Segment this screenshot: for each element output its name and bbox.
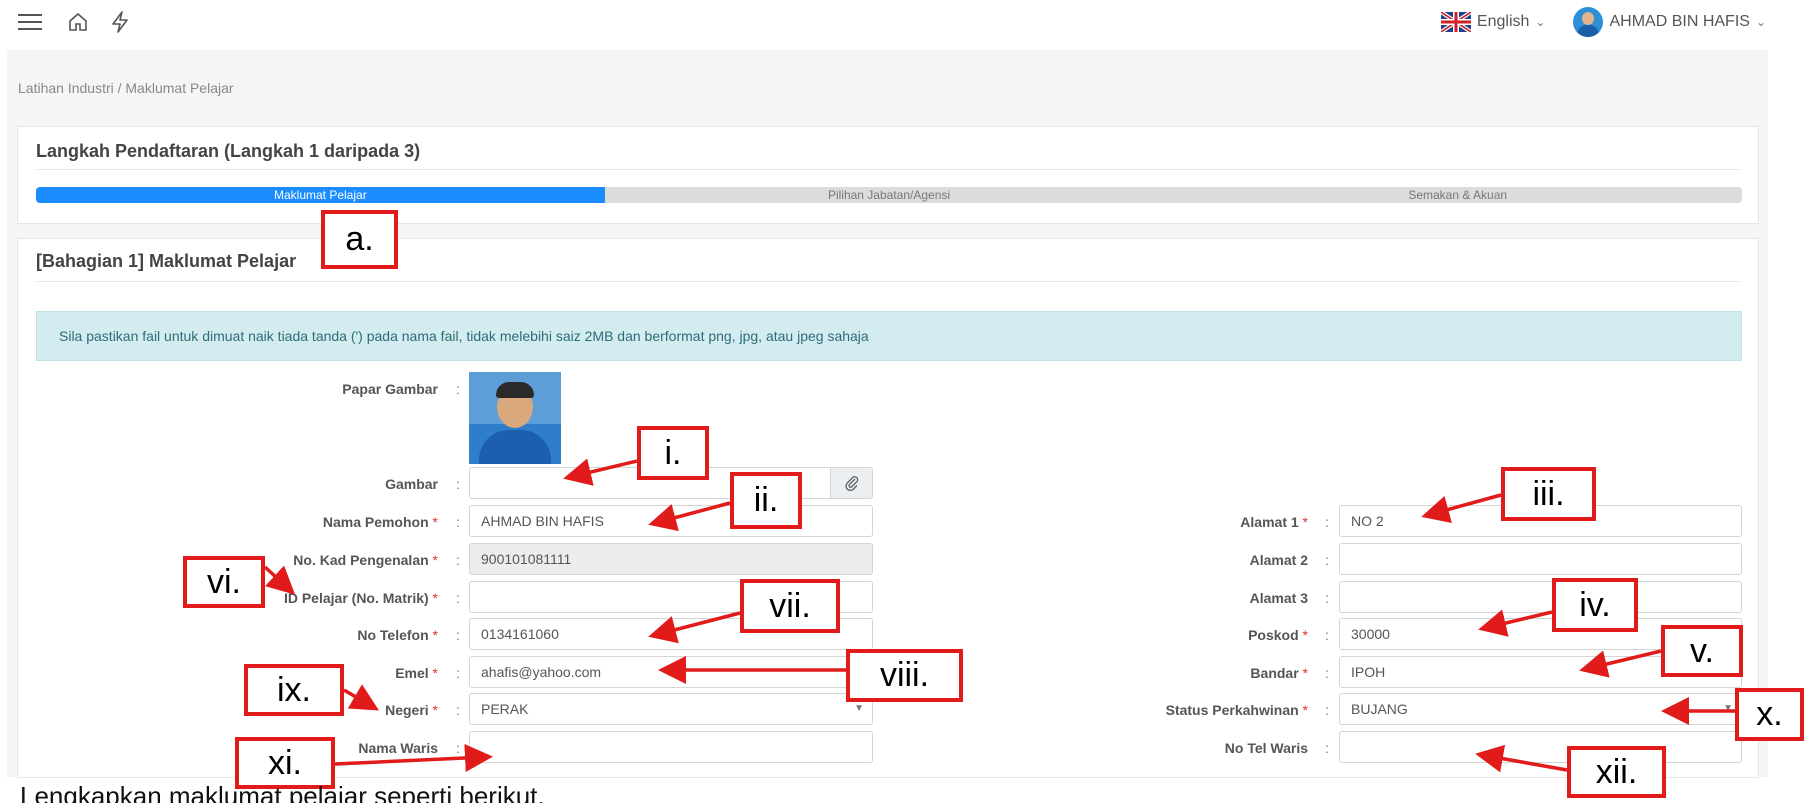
no-telefon-label: No Telefon *: [357, 627, 438, 643]
nama-pemohon-input[interactable]: AHMAD BIN HAFIS: [469, 505, 873, 537]
chevron-down-icon: ⌄: [1535, 15, 1546, 29]
section-title: [Bahagian 1] Maklumat Pelajar: [36, 251, 297, 271]
dropdown-arrow-icon: ▼: [1723, 703, 1733, 714]
alamat3-label: Alamat 3: [1249, 590, 1308, 606]
chevron-down-icon: ⌄: [1755, 15, 1766, 29]
no-kp-input[interactable]: 900101081111: [469, 543, 873, 575]
annotation-iii: iii.: [1501, 467, 1596, 521]
step-3[interactable]: Semakan & Akuan: [1173, 187, 1742, 203]
annotation-x: x.: [1735, 688, 1804, 741]
caption-text: Lengkapkan maklumat pelajar seperti beri…: [20, 781, 545, 803]
no-tel-waris-label: No Tel Waris: [1224, 740, 1308, 756]
annotation-iv: iv.: [1552, 578, 1638, 632]
annotation-v: v.: [1661, 625, 1743, 677]
menu-icon[interactable]: [16, 8, 44, 36]
annotation-ix: ix.: [244, 664, 344, 716]
no-tel-waris-input[interactable]: [1339, 731, 1742, 763]
registration-title: Langkah Pendaftaran (Langkah 1 daripada …: [36, 141, 421, 161]
step-2[interactable]: Pilihan Jabatan/Agensi: [605, 187, 1174, 203]
alamat2-label: Alamat 2: [1249, 552, 1308, 568]
annotation-a: a.: [321, 210, 398, 269]
annotation-ii: ii.: [730, 472, 802, 529]
alamat3-input[interactable]: [1339, 581, 1742, 613]
annotation-vii: vii.: [740, 579, 840, 633]
annotation-i: i.: [637, 426, 709, 480]
annotation-viii: viii.: [846, 649, 963, 702]
nama-pemohon-label: Nama Pemohon *: [322, 514, 438, 530]
status-perkahwinan-label: Status Perkahwinan *: [1165, 702, 1308, 718]
status-perkahwinan-select[interactable]: BUJANG ▼: [1339, 693, 1742, 725]
nama-waris-input[interactable]: [469, 731, 873, 763]
bandar-label: Bandar *: [1250, 665, 1308, 681]
avatar: [1573, 7, 1604, 37]
paperclip-icon[interactable]: [830, 468, 872, 498]
step-progress: Maklumat Pelajar Pilihan Jabatan/Agensi …: [36, 187, 1742, 203]
poskod-label: Poskod *: [1248, 627, 1308, 643]
registration-steps-card: Langkah Pendaftaran (Langkah 1 daripada …: [17, 126, 1759, 224]
student-photo: [469, 372, 561, 464]
home-icon[interactable]: [64, 8, 92, 36]
step-1[interactable]: Maklumat Pelajar: [36, 187, 605, 203]
annotation-xii: xii.: [1567, 746, 1666, 798]
emel-input[interactable]: ahafis@yahoo.com: [469, 656, 873, 688]
bolt-icon[interactable]: [106, 8, 134, 36]
upload-notice: Sila pastikan fail untuk dimuat naik tia…: [36, 311, 1742, 361]
gambar-label: Gambar: [385, 476, 438, 492]
papar-gambar-label: Papar Gambar: [342, 381, 438, 397]
top-bar: English ⌄ AHMAD BIN HAFIS ⌄: [0, 0, 1814, 50]
alamat2-input[interactable]: [1339, 543, 1742, 575]
negeri-select[interactable]: PERAK ▼: [469, 693, 873, 725]
user-name: AHMAD BIN HAFIS: [1609, 13, 1750, 30]
language-selector[interactable]: English ⌄: [1440, 12, 1546, 32]
breadcrumb: Latihan Industri / Maklumat Pelajar: [18, 80, 234, 96]
user-menu[interactable]: AHMAD BIN HAFIS ⌄: [1573, 7, 1766, 37]
annotation-vi: vi.: [183, 556, 265, 608]
uk-flag-icon: [1440, 12, 1471, 32]
language-label: English: [1476, 13, 1530, 30]
alamat1-label: Alamat 1 *: [1240, 514, 1308, 530]
